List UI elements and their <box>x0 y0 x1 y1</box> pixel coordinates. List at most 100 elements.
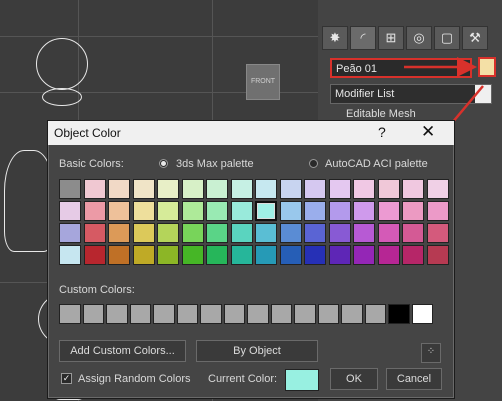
basic-color-swatch[interactable] <box>157 201 179 221</box>
basic-color-swatch[interactable] <box>230 245 253 265</box>
assign-random-checkbox[interactable]: ✓ <box>61 373 72 384</box>
radio-3dsmax-palette[interactable] <box>159 159 168 168</box>
basic-color-swatch[interactable] <box>59 179 81 199</box>
assign-random-label[interactable]: Assign Random Colors <box>78 373 191 385</box>
basic-color-swatch[interactable] <box>157 179 179 199</box>
custom-color-swatch[interactable] <box>82 304 104 324</box>
custom-color-swatch[interactable] <box>223 304 245 324</box>
basic-color-swatch[interactable] <box>304 245 326 265</box>
radio-autocad-palette-label[interactable]: AutoCAD ACI palette <box>325 158 428 170</box>
create-tab-icon[interactable]: ✸ <box>322 26 348 50</box>
basic-color-swatch[interactable] <box>230 201 253 221</box>
basic-color-swatch[interactable] <box>353 245 375 265</box>
basic-color-swatch[interactable] <box>206 245 228 265</box>
eyedropper-icon[interactable]: ⁘ <box>421 343 441 363</box>
object-name-field[interactable]: Peão 01 <box>330 58 472 78</box>
hierarchy-tab-icon[interactable]: ⊞ <box>378 26 404 50</box>
custom-color-swatch[interactable] <box>411 304 433 324</box>
basic-color-swatch[interactable] <box>157 245 179 265</box>
radio-autocad-palette[interactable] <box>309 159 318 168</box>
basic-color-swatch[interactable] <box>377 223 400 243</box>
basic-color-swatch[interactable] <box>402 223 424 243</box>
basic-color-swatch[interactable] <box>230 223 253 243</box>
utilities-tab-icon[interactable]: ⚒ <box>462 26 488 50</box>
basic-color-swatch[interactable] <box>255 179 277 199</box>
basic-color-swatch[interactable] <box>83 223 106 243</box>
custom-color-swatch[interactable] <box>106 304 128 324</box>
basic-color-swatch[interactable] <box>255 223 277 243</box>
custom-color-swatch[interactable] <box>388 304 410 324</box>
custom-color-swatch[interactable] <box>270 304 292 324</box>
basic-color-swatch[interactable] <box>59 245 81 265</box>
basic-color-swatch[interactable] <box>402 179 424 199</box>
basic-color-swatch[interactable] <box>426 201 449 221</box>
basic-color-swatch[interactable] <box>426 223 449 243</box>
close-icon[interactable]: ✕ <box>421 122 435 142</box>
ok-button[interactable]: OK <box>330 368 378 390</box>
basic-color-swatch[interactable] <box>230 179 253 199</box>
basic-color-swatch[interactable] <box>279 201 302 221</box>
motion-tab-icon[interactable]: ◎ <box>406 26 432 50</box>
custom-color-swatch[interactable] <box>294 304 316 324</box>
basic-color-swatch[interactable] <box>59 223 81 243</box>
basic-color-swatch[interactable] <box>132 201 155 221</box>
basic-color-swatch[interactable] <box>206 201 228 221</box>
basic-color-swatch[interactable] <box>59 201 81 221</box>
basic-color-swatch[interactable] <box>377 245 400 265</box>
basic-color-swatch[interactable] <box>83 201 106 221</box>
basic-color-swatch[interactable] <box>132 179 155 199</box>
basic-color-swatch[interactable] <box>353 223 375 243</box>
modifier-list-dropdown[interactable]: Modifier List <box>330 84 492 104</box>
modify-tab-icon[interactable]: ◜ <box>350 26 376 50</box>
basic-color-swatch[interactable] <box>328 223 351 243</box>
basic-color-swatch[interactable] <box>377 201 400 221</box>
basic-color-swatch[interactable] <box>157 223 179 243</box>
basic-color-swatch[interactable] <box>83 179 106 199</box>
basic-color-swatch[interactable] <box>108 223 130 243</box>
basic-color-swatch[interactable] <box>181 179 204 199</box>
basic-color-swatch[interactable] <box>206 223 228 243</box>
basic-color-swatch[interactable] <box>426 179 449 199</box>
basic-color-swatch[interactable] <box>402 201 424 221</box>
viewcube[interactable]: FRONT <box>246 64 280 100</box>
basic-color-swatch[interactable] <box>279 179 302 199</box>
basic-color-swatch[interactable] <box>255 245 277 265</box>
by-object-button[interactable]: By Object <box>196 340 318 362</box>
basic-color-swatch[interactable] <box>328 245 351 265</box>
display-tab-icon[interactable]: ▢ <box>434 26 460 50</box>
basic-color-swatch[interactable] <box>353 201 375 221</box>
basic-color-swatch[interactable] <box>108 201 130 221</box>
custom-color-swatch[interactable] <box>247 304 269 324</box>
chevron-down-icon[interactable] <box>475 85 491 103</box>
basic-color-swatch[interactable] <box>181 201 204 221</box>
basic-color-swatch[interactable] <box>353 179 375 199</box>
custom-color-swatch[interactable] <box>200 304 222 324</box>
custom-color-swatch[interactable] <box>364 304 386 324</box>
basic-color-swatch[interactable] <box>181 223 204 243</box>
custom-color-swatch[interactable] <box>341 304 363 324</box>
basic-color-swatch[interactable] <box>255 201 277 221</box>
basic-color-swatch[interactable] <box>279 245 302 265</box>
help-icon[interactable]: ? <box>378 124 386 140</box>
basic-color-swatch[interactable] <box>328 179 351 199</box>
radio-3dsmax-palette-label[interactable]: 3ds Max palette <box>176 158 254 170</box>
add-custom-colors-button[interactable]: Add Custom Colors... <box>59 340 186 362</box>
basic-color-swatch[interactable] <box>108 179 130 199</box>
basic-color-swatch[interactable] <box>181 245 204 265</box>
basic-color-swatch[interactable] <box>402 245 424 265</box>
basic-color-swatch[interactable] <box>304 223 326 243</box>
basic-color-swatch[interactable] <box>304 201 326 221</box>
custom-color-swatch[interactable] <box>153 304 175 324</box>
basic-color-swatch[interactable] <box>206 179 228 199</box>
basic-color-swatch[interactable] <box>328 201 351 221</box>
basic-color-swatch[interactable] <box>132 223 155 243</box>
cancel-button[interactable]: Cancel <box>386 368 442 390</box>
custom-color-swatch[interactable] <box>317 304 339 324</box>
custom-color-swatch[interactable] <box>176 304 198 324</box>
custom-color-swatch[interactable] <box>129 304 151 324</box>
object-color-swatch[interactable] <box>478 57 496 77</box>
basic-color-swatch[interactable] <box>377 179 400 199</box>
basic-color-swatch[interactable] <box>304 179 326 199</box>
basic-color-swatch[interactable] <box>426 245 449 265</box>
basic-color-swatch[interactable] <box>132 245 155 265</box>
